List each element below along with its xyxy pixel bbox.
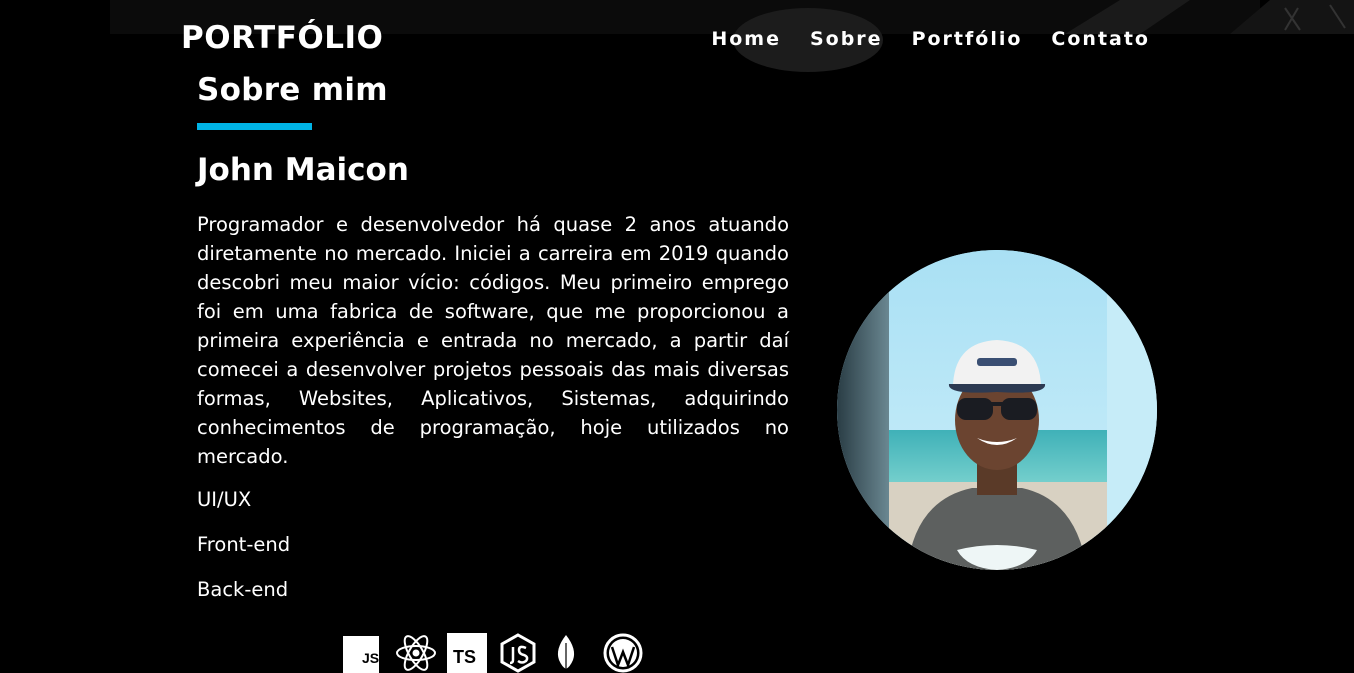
svg-text:TS: TS bbox=[453, 647, 476, 667]
mongodb-icon bbox=[551, 633, 603, 673]
skill-item: Front-end bbox=[197, 533, 291, 556]
nav-link-contato[interactable]: Contato bbox=[1051, 28, 1150, 50]
skill-item: UI/UX bbox=[197, 488, 252, 511]
section-title: Sobre mim bbox=[197, 72, 388, 108]
javascript-icon: JS bbox=[343, 633, 395, 673]
profile-photo bbox=[837, 250, 1157, 570]
tech-icons-row: JS TS bbox=[343, 633, 655, 673]
skill-item: Back-end bbox=[197, 578, 289, 601]
nav-link-sobre[interactable]: Sobre bbox=[810, 28, 883, 50]
nav-menu: Home Sobre Portfólio Contato bbox=[711, 28, 1150, 50]
navbar: PORTFÓLIO Home Sobre Portfólio Contato bbox=[0, 0, 1354, 80]
bio-text: Programador e desenvolvedor há quase 2 a… bbox=[197, 213, 789, 468]
typescript-icon: TS bbox=[447, 633, 499, 673]
wordpress-icon bbox=[603, 633, 655, 673]
person-name: John Maicon bbox=[197, 152, 409, 188]
title-underline bbox=[197, 123, 312, 130]
nodejs-icon bbox=[499, 633, 551, 673]
brand-logo[interactable]: PORTFÓLIO bbox=[181, 20, 383, 56]
svg-text:JS: JS bbox=[362, 650, 379, 666]
nav-link-home[interactable]: Home bbox=[711, 28, 781, 50]
react-icon bbox=[395, 633, 447, 673]
nav-link-portfolio[interactable]: Portfólio bbox=[912, 28, 1023, 50]
